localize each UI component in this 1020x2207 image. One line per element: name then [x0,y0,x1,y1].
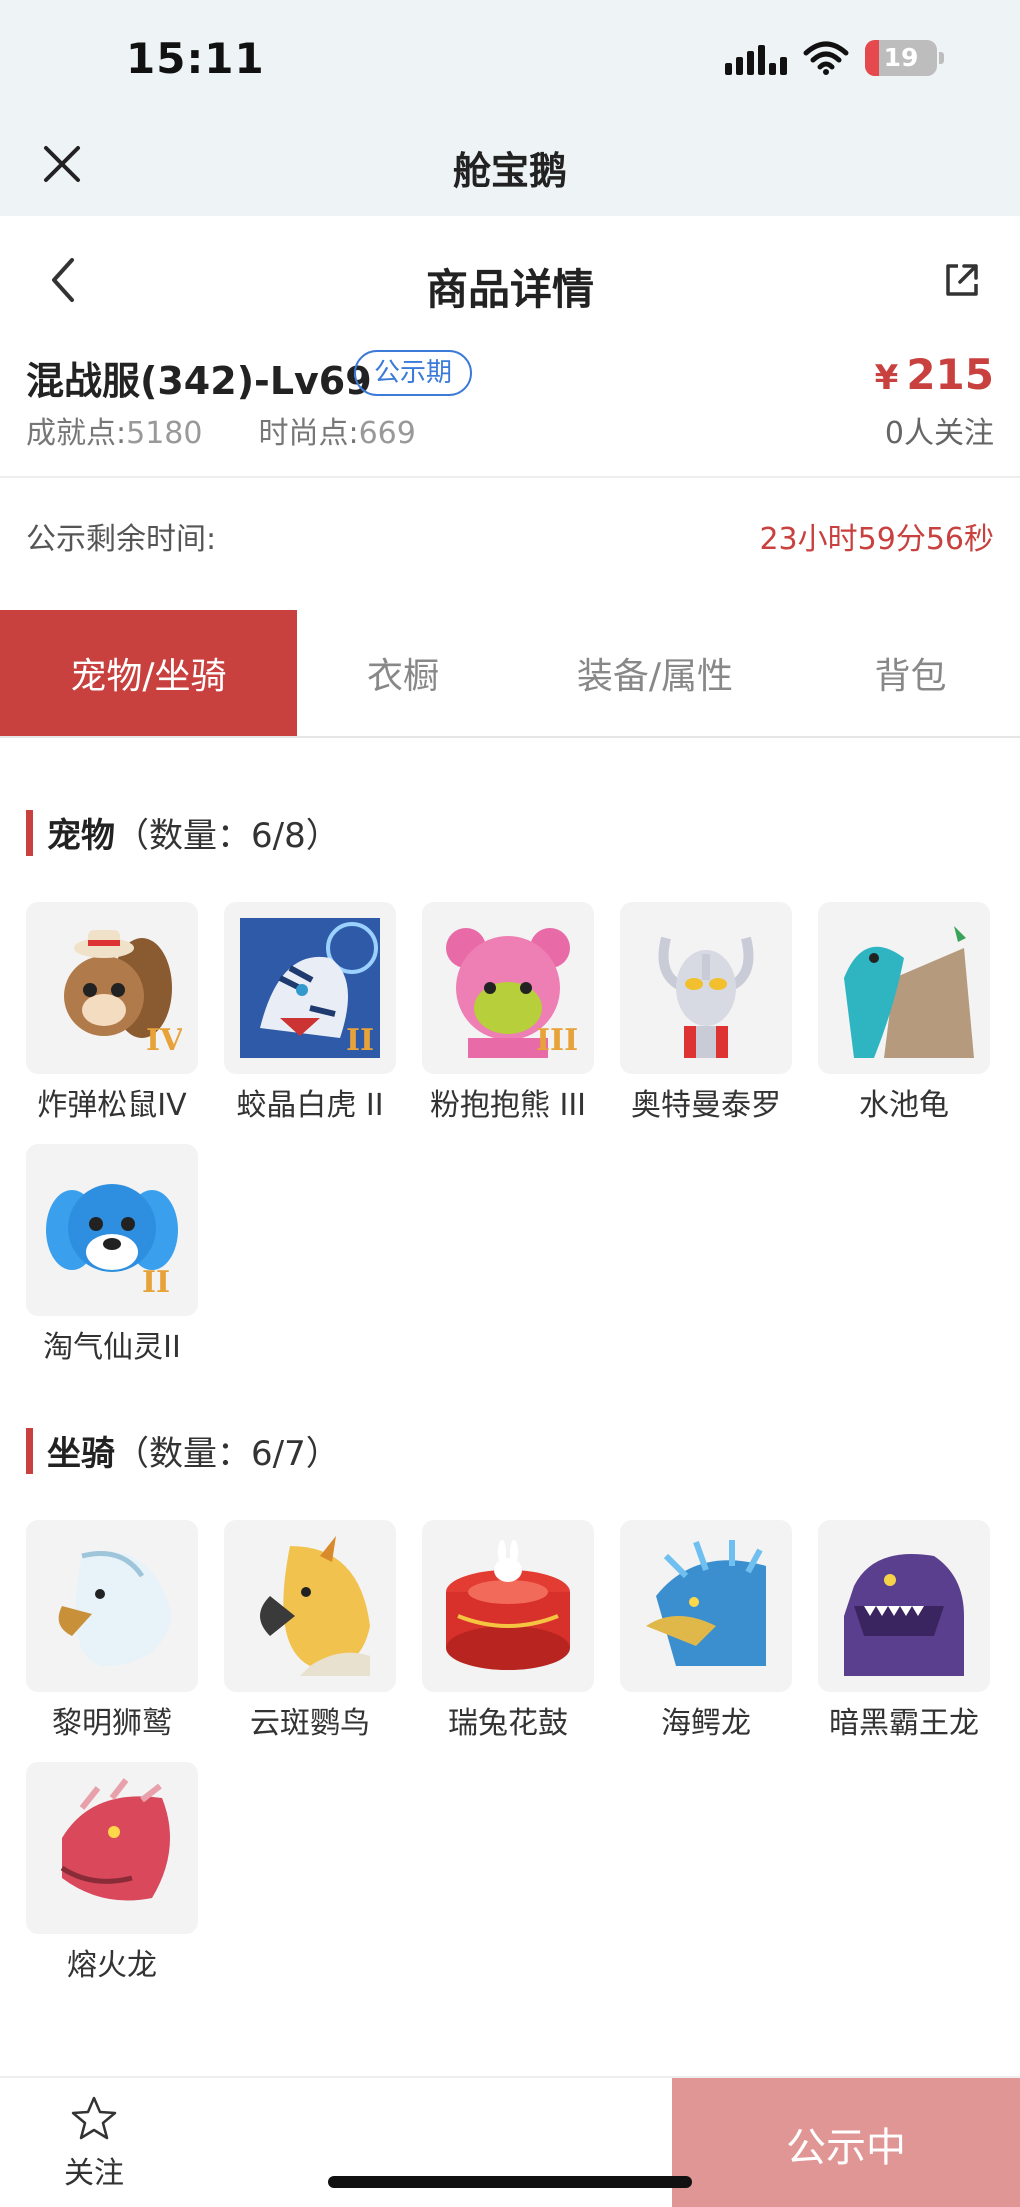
cellular-signal-icon [725,41,787,75]
fairy-icon: II [46,1184,178,1300]
follow-label: 关注 [64,2156,124,2191]
pet-name: 奥特曼泰罗 [631,1088,781,1123]
section-marker [26,1427,33,1474]
share-icon[interactable] [942,260,982,300]
mount-thumbnail [26,1520,198,1692]
pet-item[interactable]: II 蛟晶白虎 II [224,902,396,1124]
mount-item[interactable]: 瑞兔花鼓 [422,1520,594,1742]
mount-name: 黎明狮鹫 [52,1706,172,1741]
pet-item[interactable]: III 粉抱抱熊 III [422,902,594,1124]
svg-text:II: II [346,1023,374,1058]
pet-thumbnail: IV [26,902,198,1074]
mount-item[interactable]: 熔火龙 [26,1762,198,1984]
sea-dragon-icon [646,1540,766,1666]
trex-icon [844,1554,964,1676]
pet-thumbnail: II [26,1144,198,1316]
turtle-icon [844,926,974,1058]
pets-section-header: 宠物 （数量：6/8） [26,808,340,857]
mount-thumbnail [224,1520,396,1692]
tiger-icon: II [240,918,380,1058]
countdown-label: 公示剩余时间: [26,522,217,557]
squirrel-icon: IV [64,930,182,1058]
mount-thumbnail [818,1520,990,1692]
pet-item[interactable]: II 淘气仙灵II [26,1144,198,1366]
mount-thumbnail [620,1520,792,1692]
divider [0,476,1020,478]
svg-text:III: III [536,1023,578,1058]
status-time: 15:11 [126,34,265,83]
nav-bar: 商品详情 [0,216,1020,336]
mount-name: 暗黑霸王龙 [829,1706,979,1741]
app-title: 舱宝鹅 [452,149,567,193]
pet-thumbnail: II [224,902,396,1074]
battery-icon: 19 [865,40,937,76]
pet-thumbnail: III [422,902,594,1074]
countdown-value: 23小时59分56秒 [759,522,994,557]
drum-icon [446,1540,570,1670]
publicity-status-button[interactable]: 公示中 [672,2078,1020,2207]
product-title: 混战服(342)-Lv69 [26,359,372,403]
parrot-icon [260,1536,370,1676]
price: ¥215 [875,350,994,399]
mount-name: 熔火龙 [67,1948,157,1983]
svg-text:IV: IV [146,1023,182,1058]
battery-percent: 19 [883,43,919,72]
page-title: 商品详情 [425,265,594,314]
pet-name: 炸弹松鼠IV [37,1088,187,1123]
page: 15:11 19 舱宝鹅 商品详情 混战服(342)-Lv69 公示期 ¥ 21… [0,0,1020,2207]
griffin-icon [58,1551,172,1666]
pet-name: 蛟晶白虎 II [236,1088,384,1123]
pet-name: 水池龟 [859,1088,949,1123]
follower-count: 0人关注 [884,416,994,451]
follow-button[interactable]: 关注 [54,2094,134,2192]
status-indicators: 19 [725,40,944,76]
tab-equipment[interactable]: 装备/属性 [509,610,801,736]
section-marker [26,809,33,856]
tab-pets-mounts[interactable]: 宠物/坐骑 [0,610,297,736]
pet-thumbnail [818,902,990,1074]
price-value: 215 [906,350,994,399]
tab-wardrobe[interactable]: 衣橱 [297,610,509,736]
tab-bag[interactable]: 背包 [801,610,1020,736]
price-currency: ¥ [874,358,899,398]
pets-title: 宠物 [47,816,115,856]
mount-item[interactable]: 云斑鹦鸟 [224,1520,396,1742]
tab-bar: 宠物/坐骑 衣橱 装备/属性 背包 [0,610,1020,738]
pets-count: （数量：6/8） [115,816,340,856]
pet-item[interactable]: 水池龟 [818,902,990,1124]
mounts-count: （数量：6/7） [115,1434,340,1474]
mount-thumbnail [422,1520,594,1692]
pet-item[interactable]: IV 炸弹松鼠IV [26,902,198,1124]
pet-thumbnail [620,902,792,1074]
mount-item[interactable]: 黎明狮鹫 [26,1520,198,1742]
pet-name: 淘气仙灵II [43,1330,181,1365]
top-shell: 15:11 19 舱宝鹅 [0,0,1020,216]
wifi-icon [803,41,849,75]
pet-name: 粉抱抱熊 III [429,1088,587,1123]
mounts-title: 坐骑 [47,1434,115,1474]
fire-dragon-icon [60,1778,170,1901]
mount-thumbnail [26,1762,198,1934]
mount-item[interactable]: 海鳄龙 [620,1520,792,1742]
mount-item[interactable]: 暗黑霸王龙 [818,1520,990,1742]
fashion-label: 时尚点: [258,416,359,451]
mounts-section-header: 坐骑 （数量：6/7） [26,1426,340,1475]
mount-name: 瑞兔花鼓 [448,1706,568,1741]
bear-icon: III [446,928,578,1058]
fashion-value: 669 [358,416,416,451]
battery-cap [939,52,944,64]
mount-name: 海鳄龙 [661,1706,751,1741]
pet-item[interactable]: 奥特曼泰罗 [620,902,792,1124]
product-meta: 成就点:5180 时尚点:669 [26,408,416,452]
mount-name: 云斑鹦鸟 [250,1706,370,1741]
svg-text:II: II [142,1265,170,1300]
achievement-value: 5180 [126,416,203,451]
achievement-label: 成就点: [26,416,127,451]
star-icon [71,2096,117,2140]
home-indicator [328,2176,692,2188]
status-badge: 公示期 [354,350,473,396]
ultraman-icon [658,936,754,1058]
